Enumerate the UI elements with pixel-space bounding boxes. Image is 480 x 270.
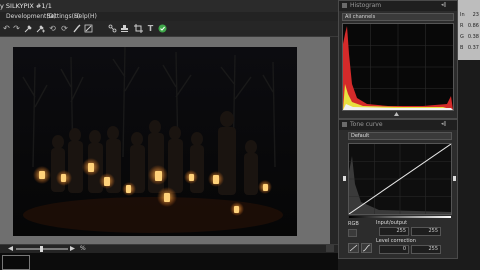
tone-curve-title: Tone curve — [350, 121, 383, 128]
check-icon[interactable] — [158, 24, 167, 33]
zoom-slider-handle[interactable] — [40, 246, 43, 252]
info-value: 0.38 — [467, 34, 479, 40]
brush-icon[interactable] — [72, 24, 81, 33]
links-icon[interactable] — [108, 24, 117, 33]
zoom-percent: % — [80, 245, 86, 252]
channel-settings-icon[interactable] — [348, 229, 357, 237]
linear-curve-button[interactable] — [348, 243, 359, 253]
menu-help[interactable]: Help(H) — [74, 14, 97, 20]
pixel-info-panel: In 23 R 0.86 G 0.38 B 0.37 — [458, 0, 480, 60]
zoom-in-icon[interactable] — [70, 246, 75, 251]
panel-pin-icon[interactable]: ◂ǁ — [441, 122, 446, 127]
input-value-field[interactable]: 255 — [379, 227, 409, 236]
stamp-icon[interactable] — [120, 24, 129, 33]
menu-bar: Development(D) Settings(S) Help(H) — [0, 12, 338, 21]
output-value-field[interactable]: 255 — [411, 227, 441, 236]
panel-pin-icon[interactable]: ◂ǁ — [441, 3, 446, 8]
histogram-channel-value: All channels — [345, 14, 376, 20]
level-high-field[interactable]: 255 — [411, 245, 441, 254]
info-row-in: In 23 — [460, 11, 479, 20]
info-row-b: B 0.37 — [460, 44, 479, 53]
info-value: 0.86 — [467, 23, 479, 29]
histogram-marker-icon — [394, 112, 399, 116]
workspace-scrollbar[interactable] — [330, 37, 338, 244]
thumbnail[interactable] — [2, 255, 30, 270]
input-output-label: Input/output — [376, 220, 408, 226]
tone-curve-panel: Tone curve ◂ǁ Default RGB Input/output 2… — [338, 119, 458, 259]
level-low-field[interactable]: 0 — [379, 245, 409, 254]
tone-channel-label: RGB — [348, 221, 359, 227]
histogram-title: Histogram — [350, 2, 382, 9]
thumbnail-strip[interactable] — [0, 253, 338, 270]
undo-arrow-icon[interactable]: ↶ — [2, 24, 11, 33]
crop-icon[interactable] — [134, 24, 143, 33]
tone-preset-select[interactable]: Default — [348, 132, 452, 140]
level-correction-label: Level correction — [376, 238, 416, 244]
info-row-r: R 0.86 — [460, 22, 479, 31]
tone-preset-value: Default — [351, 133, 370, 139]
histogram-icon — [342, 3, 347, 8]
info-row-g: G 0.38 — [460, 33, 479, 42]
zoom-out-icon[interactable] — [8, 246, 13, 251]
info-key: In — [460, 12, 465, 18]
side-gutter — [458, 60, 480, 259]
expand-corner-icon[interactable] — [326, 245, 334, 252]
redo-arrow-icon[interactable]: ↷ — [12, 24, 21, 33]
tone-curve-icon — [342, 122, 347, 127]
info-key: R — [460, 23, 464, 29]
rotate-left-icon[interactable]: ⟲ — [48, 24, 57, 33]
title-bar: y SILKYPIX #1/1 — [0, 0, 338, 12]
info-key: B — [460, 45, 464, 51]
info-key: G — [460, 34, 464, 40]
info-value: 23 — [472, 12, 479, 18]
pipette-icon[interactable] — [24, 24, 33, 33]
toolbar: ↶ ↷ ⟲ ⟳ T — [0, 21, 338, 37]
gradient-brush-icon[interactable] — [84, 24, 93, 33]
histogram-graph — [342, 23, 454, 111]
info-value: 0.37 — [467, 45, 479, 51]
tone-gradient-bar — [349, 216, 451, 218]
s-curve-button[interactable] — [361, 243, 372, 253]
tone-curve-graph[interactable] — [348, 143, 452, 215]
tone-left-handle[interactable] — [343, 176, 346, 181]
window-title: y SILKYPIX #1/1 — [0, 2, 52, 10]
status-bar: % — [0, 244, 338, 253]
tone-curve-header: Tone curve ◂ǁ — [339, 120, 457, 130]
rotate-right-icon[interactable]: ⟳ — [60, 24, 69, 33]
photo-preview[interactable] — [13, 47, 297, 236]
histogram-panel: Histogram ◂ǁ All channels — [338, 0, 458, 119]
histogram-panel-header: Histogram ◂ǁ — [339, 1, 457, 11]
pipette-plus-icon[interactable] — [36, 24, 45, 33]
histogram-channel-select[interactable]: All channels — [342, 13, 454, 21]
tone-right-handle[interactable] — [453, 176, 456, 181]
text-icon[interactable]: T — [146, 24, 155, 33]
